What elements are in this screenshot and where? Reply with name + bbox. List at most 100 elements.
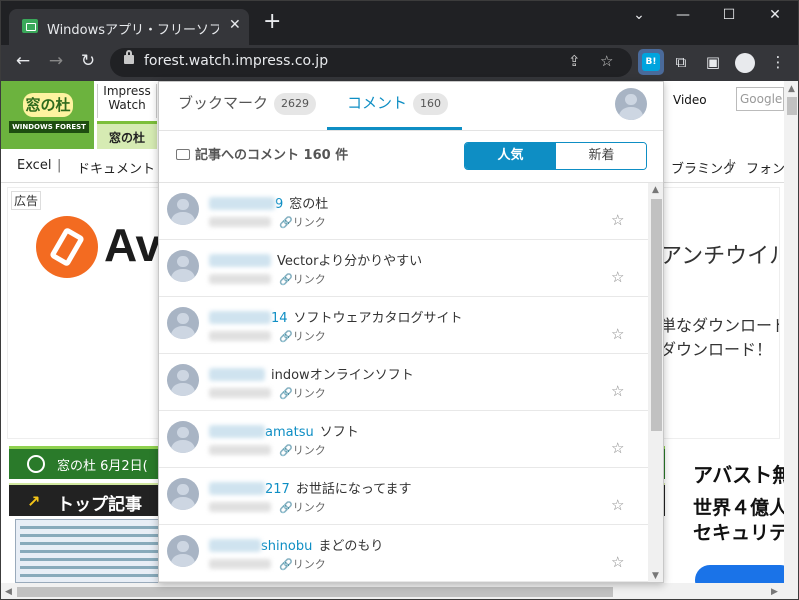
list-item: shinobu まどのもり 🔗リンク ☆ <box>159 525 648 582</box>
browser-tab[interactable]: Windowsアプリ・フリーソフトのおすすめ ✕ <box>9 9 249 45</box>
comment-link[interactable]: 🔗リンク <box>279 273 326 286</box>
scroll-right-icon[interactable]: ▶ <box>771 587 778 597</box>
avatar[interactable] <box>167 250 199 282</box>
comment-link[interactable]: 🔗リンク <box>279 444 326 457</box>
bookmark-star-icon[interactable]: ☆ <box>600 52 613 70</box>
star-add-icon[interactable]: ☆ <box>611 211 624 229</box>
reload-button[interactable]: ↻ <box>76 51 100 71</box>
star-add-icon[interactable]: ☆ <box>611 268 624 286</box>
maximize-button[interactable]: ☐ <box>711 7 747 23</box>
avatar[interactable] <box>167 193 199 225</box>
comment-link[interactable]: 🔗リンク <box>279 216 326 229</box>
tab-comment[interactable]: コメント 160 <box>347 82 449 130</box>
address-bar[interactable]: forest.watch.impress.co.jp ⇪ ☆ <box>110 48 632 77</box>
back-button[interactable]: ← <box>11 51 35 71</box>
site-logo[interactable]: 窓の杜 WINDOWS FOREST <box>1 81 94 149</box>
comment-meta: 🔗リンク <box>209 214 326 230</box>
comment-meta: 🔗リンク <box>209 556 326 572</box>
mado-tab[interactable]: 窓の杜 <box>97 121 157 149</box>
side-panel-icon[interactable]: ▣ <box>703 53 723 71</box>
ad-headline: アンチウイル <box>660 244 780 269</box>
category-link[interactable]: Excel <box>17 158 51 173</box>
tab-bookmark[interactable]: ブックマーク 2629 <box>178 82 317 130</box>
star-add-icon[interactable]: ☆ <box>611 553 624 571</box>
category-separator: | <box>57 158 62 173</box>
blurred-username <box>209 539 261 552</box>
avatar[interactable] <box>167 535 199 567</box>
ad-brand-text: Av <box>104 219 162 271</box>
scroll-thumb[interactable] <box>651 199 662 431</box>
page-horizontal-scrollbar[interactable]: ◀ ▶ <box>1 583 798 599</box>
share-icon[interactable]: ⇪ <box>568 52 581 70</box>
comment-link[interactable]: 🔗リンク <box>279 558 326 571</box>
article-thumbnail[interactable] <box>15 519 165 583</box>
link-icon: 🔗 <box>279 558 293 571</box>
comment-link[interactable]: 🔗リンク <box>279 387 326 400</box>
link-icon: 🔗 <box>279 216 293 229</box>
impress-watch-link[interactable]: Impress Watch <box>97 84 157 118</box>
username-visible: 14 <box>271 311 288 326</box>
star-add-icon[interactable]: ☆ <box>611 439 624 457</box>
comment-user[interactable]: shinobu まどのもり <box>209 535 383 554</box>
profile-avatar-icon[interactable] <box>735 53 755 73</box>
popup-scrollbar[interactable]: ▲ ▼ <box>648 183 663 582</box>
link-icon: 🔗 <box>279 501 293 514</box>
comment-meta: 🔗リンク <box>209 499 326 515</box>
date-text: 窓の杜 6月2日( <box>57 459 148 474</box>
comment-link[interactable]: 🔗リンク <box>279 501 326 514</box>
star-add-icon[interactable]: ☆ <box>611 325 624 343</box>
side-ad-button[interactable] <box>695 565 784 583</box>
comment-user[interactable]: 14 ソフトウェアカタログサイト <box>209 307 463 326</box>
avatar[interactable] <box>167 364 199 396</box>
scroll-left-icon[interactable]: ◀ <box>5 587 12 597</box>
link-label: リンク <box>292 330 326 343</box>
forward-button[interactable]: → <box>44 51 68 71</box>
lock-icon[interactable] <box>124 50 134 64</box>
avatar[interactable] <box>167 307 199 339</box>
browser-window: Windowsアプリ・フリーソフトのおすすめ ✕ + ⌄ — ☐ ✕ ← → ↻… <box>0 0 799 600</box>
star-add-icon[interactable]: ☆ <box>611 496 624 514</box>
comment-user[interactable]: 217 お世話になってます <box>209 478 412 497</box>
list-item: 9 窓の杜 🔗リンク ☆ <box>159 183 648 240</box>
avatar[interactable] <box>167 478 199 510</box>
comment-user[interactable]: indowオンラインソフト <box>209 364 414 383</box>
comment-text: indowオンラインソフト <box>271 368 414 383</box>
scroll-thumb[interactable] <box>17 587 613 597</box>
minimize-button[interactable]: — <box>665 7 701 23</box>
user-avatar[interactable] <box>615 88 647 120</box>
star-add-icon[interactable]: ☆ <box>611 382 624 400</box>
scroll-down-icon[interactable]: ▼ <box>652 571 659 581</box>
comment-link[interactable]: 🔗リンク <box>279 330 326 343</box>
comment-text: 窓の杜 <box>289 197 329 212</box>
comments-heading-text: 記事へのコメント 160 件 <box>195 148 349 163</box>
category-link[interactable]: ドキュメント <box>77 158 155 177</box>
new-tab-button[interactable]: + <box>263 11 281 33</box>
hatena-bookmark-extension-button[interactable]: B! <box>638 49 664 75</box>
comment-user[interactable]: amatsu ソフト <box>209 421 359 440</box>
close-window-button[interactable]: ✕ <box>757 7 793 23</box>
username-visible: shinobu <box>261 539 313 554</box>
avast-logo-icon <box>36 216 98 278</box>
google-search-input[interactable]: Google <box>736 87 784 111</box>
category-link[interactable]: ブラミング <box>671 158 736 177</box>
comment-user[interactable]: Vectorより分かりやすい <box>209 250 422 269</box>
comment-user[interactable]: 9 窓の杜 <box>209 193 329 212</box>
side-advertisement[interactable]: アバスト無 世界４億人 セキュリテ <box>677 447 784 583</box>
tab-close-icon[interactable]: ✕ <box>229 17 241 33</box>
extensions-icon[interactable]: ⧉ <box>671 53 691 71</box>
category-link[interactable]: フォン <box>746 158 784 177</box>
avatar[interactable] <box>167 421 199 453</box>
link-icon: 🔗 <box>279 387 293 400</box>
page-vertical-scrollbar[interactable]: ▲ <box>784 81 798 583</box>
sort-new-button[interactable]: 新着 <box>556 143 646 169</box>
bookmark-count-badge: 2629 <box>274 92 317 115</box>
scroll-up-icon[interactable]: ▲ <box>788 84 795 94</box>
sort-popular-button[interactable]: 人気 <box>465 143 556 169</box>
scroll-up-icon[interactable]: ▲ <box>652 185 659 195</box>
link-label: リンク <box>292 273 326 286</box>
url-text[interactable]: forest.watch.impress.co.jp <box>144 53 328 69</box>
video-link[interactable]: Video <box>673 93 707 107</box>
tab-search-icon[interactable]: ⌄ <box>621 7 657 23</box>
scroll-thumb[interactable] <box>787 97 797 115</box>
menu-icon[interactable]: ⋮ <box>768 53 788 71</box>
